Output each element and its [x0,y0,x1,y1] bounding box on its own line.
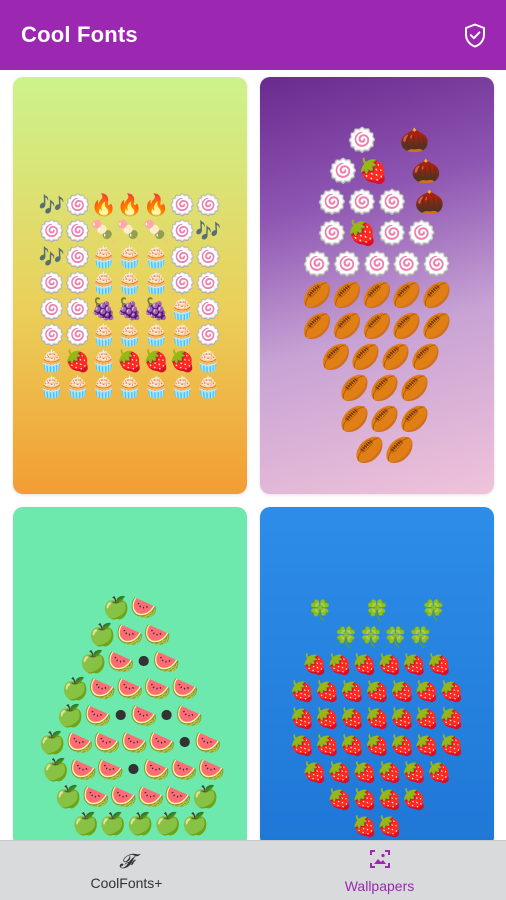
wallpaper-card-2[interactable]: 🍥 🌰 🍥🍓 🌰 🍥🍥🍥 🌰 🍥🍓🍥🍥 🍥🍥🍥🍥🍥 🏉🏉🏉🏉🏉 🏉🏉🏉🏉🏉 🏉🏉… [260,77,494,494]
app-bar: Cool Fonts [0,0,506,70]
nav-wallpapers[interactable]: Wallpapers [253,841,506,900]
bottom-navigation: 𝓕 CoolFonts+ Wallpapers [0,840,506,900]
f-script-icon: 𝓕 [119,848,134,873]
wallpaper-card-4[interactable]: 🍀 🍀 🍀 🍀🍀🍀🍀 🍓🍓🍓🍓🍓🍓 🍓🍓🍓🍓🍓🍓🍓 🍓🍓🍓🍓🍓🍓🍓 🍓🍓🍓🍓🍓🍓… [260,507,494,840]
wallpaper-grid: 🎶🍥🔥🔥🔥🍥🍥 🍥🍥🍡🍡🍡🍥🎶 🎶🍥🧁🧁🧁🍥🍥 🍥🍥🧁🧁🧁🍥🍥 🍥🍥🍇🍇🍇🧁🍥 … [0,70,506,840]
wallpaper-card-1[interactable]: 🎶🍥🔥🔥🔥🍥🍥 🍥🍥🍡🍡🍡🍥🎶 🎶🍥🧁🧁🧁🍥🍥 🍥🍥🧁🧁🧁🍥🍥 🍥🍥🍇🍇🍇🧁🍥 … [13,77,247,494]
wallpaper-emoji-art-3: 🍏🍉 🍏🍉🍉 🍏🍉⚫🍉 🍏🍉🍉🍉🍉 🍏🍉⚫🍉⚫🍉 🍏🍉🍉🍉🍉⚫🍉 🍏🍉🍉⚫🍉🍉🍉… [38,596,225,837]
nav-label-wallpapers: Wallpapers [344,877,415,894]
shield-check-icon[interactable] [462,22,488,48]
nav-coolfonts-plus[interactable]: 𝓕 CoolFonts+ [0,841,253,900]
wallpaper-emoji-art-2: 🍥 🌰 🍥🍓 🌰 🍥🍥🍥 🌰 🍥🍓🍥🍥 🍥🍥🍥🍥🍥 🏉🏉🏉🏉🏉 🏉🏉🏉🏉🏉 🏉🏉… [302,126,452,464]
wallpaper-emoji-art-1: 🎶🍥🔥🔥🔥🍥🍥 🍥🍥🍡🍡🍡🍥🎶 🎶🍥🧁🧁🧁🍥🍥 🍥🍥🧁🧁🧁🍥🍥 🍥🍥🍇🍇🍇🧁🍥 … [38,192,222,399]
app-title: Cool Fonts [21,22,138,47]
wallpaper-emoji-art-4: 🍀 🍀 🍀 🍀🍀🍀🍀 🍓🍓🍓🍓🍓🍓 🍓🍓🍓🍓🍓🍓🍓 🍓🍓🍓🍓🍓🍓🍓 🍓🍓🍓🍓🍓🍓… [289,598,465,838]
wallpaper-card-3[interactable]: 🍏🍉 🍏🍉🍉 🍏🍉⚫🍉 🍏🍉🍉🍉🍉 🍏🍉⚫🍉⚫🍉 🍏🍉🍉🍉🍉⚫🍉 🍏🍉🍉⚫🍉🍉🍉… [13,507,247,840]
nav-label-coolfonts-plus: CoolFonts+ [90,874,163,891]
wallpaper-icon [368,848,392,874]
